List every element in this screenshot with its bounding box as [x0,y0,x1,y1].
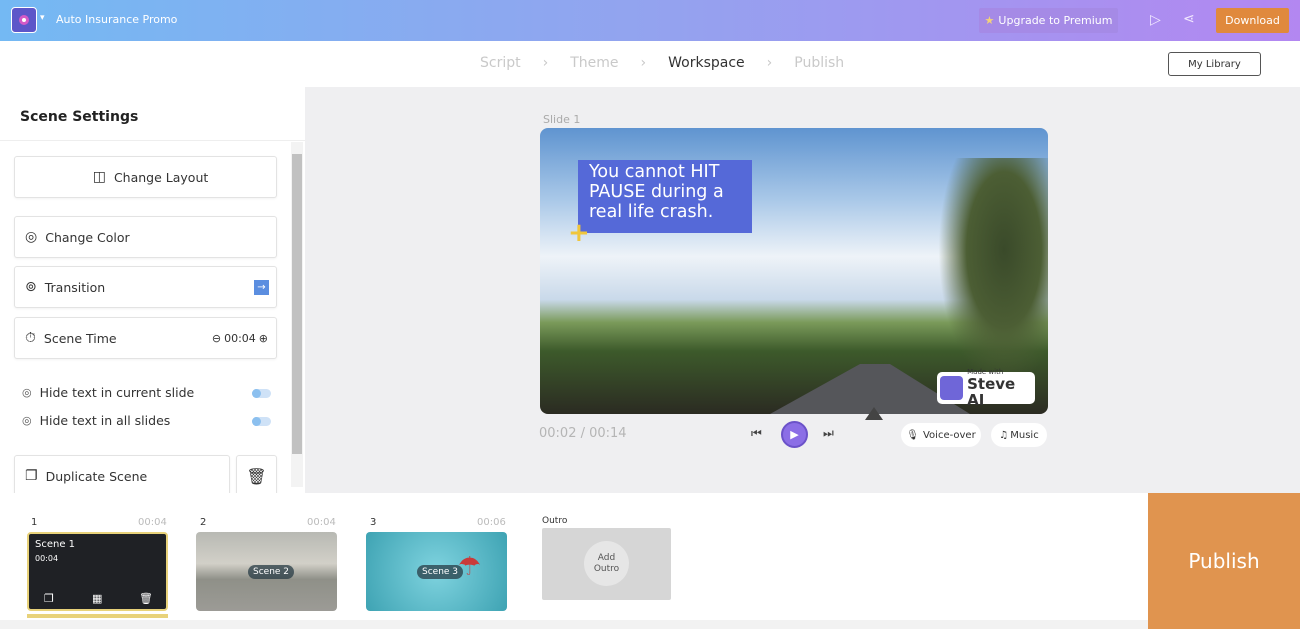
add-outro-button[interactable]: Add Outro [584,541,629,586]
scene-time-control: ⏱ Scene Time ⊖ 00:04 ⊕ [14,317,277,359]
scene-thumb-3[interactable]: Scene 3 ☂ [366,532,507,611]
delete-scene-button[interactable]: 🗑 [236,455,277,497]
play-button[interactable]: ▶ [781,421,808,448]
step-workspace[interactable]: Workspace [668,55,745,71]
selected-indicator [27,614,168,618]
playhead-marker[interactable] [865,407,883,420]
chevron-right-icon: › [640,55,647,71]
publish-button[interactable]: Publish [1148,493,1300,629]
app-logo[interactable] [11,7,37,33]
music-button[interactable]: ♫ Music [991,423,1047,447]
music-icon: ♫ [999,429,1009,441]
slide-label: Slide 1 [543,113,581,126]
change-layout-button[interactable]: ◫ Change Layout [14,156,277,198]
scene-thumb-2[interactable]: Scene 2 [196,532,337,611]
caption-text[interactable]: You cannot HIT PAUSE during a real life … [578,160,752,233]
decrease-time-button[interactable]: ⊖ [212,332,221,345]
change-color-button[interactable]: ◎ Change Color [14,216,277,258]
steve-ai-watermark: Made with Steve AI [937,368,1035,408]
step-nav: Script › Theme › Workspace › Publish My Lib… [0,41,1300,87]
duplicate-scene-button[interactable]: ❐ Duplicate Scene [14,455,230,497]
layout-icon[interactable]: ▦ [92,592,102,605]
playback-time: 00:02 / 00:14 [539,426,627,441]
layout-icon: ◫ [92,169,106,185]
increase-time-button[interactable]: ⊕ [259,332,268,345]
mic-icon: 🎙 [906,429,919,441]
eye-slash-icon: ◎ [22,414,32,427]
scene-thumb-1[interactable]: Scene 1 00:04 ❐ ▦ 🗑 [27,532,168,611]
chevron-right-icon: › [542,55,549,71]
eye-slash-icon: ◎ [22,386,32,399]
upgrade-button[interactable]: ★ Upgrade to Premium [979,8,1118,33]
project-title[interactable]: Auto Insurance Promo [56,13,177,26]
scene-settings-panel: Scene Settings ◫ Change Layout ◎ Change Co… [0,87,305,497]
timeline-scrollbar[interactable] [0,620,1148,629]
panel-scrollbar[interactable] [291,142,303,487]
umbrella-car-icon: ☂ [458,552,482,582]
share-icon[interactable]: ⋖ [1183,11,1195,27]
trash-icon[interactable]: 🗑 [139,592,153,605]
preview-play-icon[interactable]: ▷ [1150,12,1161,28]
scene-duration: 00:04 [138,517,167,528]
download-button[interactable]: Download [1216,8,1289,33]
trash-icon: 🗑 [246,466,267,486]
my-library-button[interactable]: My Library [1168,52,1261,76]
hide-text-all-row: ◎ Hide text in all slides [22,413,171,428]
star-icon: ★ [984,14,995,27]
voiceover-button[interactable]: 🎙 Voice-over [901,423,981,447]
outro-slot[interactable]: Add Outro [542,528,671,600]
chevron-down-icon[interactable]: ▾ [40,13,45,23]
hide-text-current-row: ◎ Hide text in current slide [22,385,195,400]
skip-forward-icon[interactable]: ⏭ [823,426,834,441]
copy-icon: ❐ [25,468,38,484]
skip-back-icon[interactable]: ⏮ [751,426,762,441]
video-canvas[interactable]: You cannot HIT PAUSE during a real life … [540,128,1048,414]
add-element-icon[interactable]: + [568,218,590,248]
palette-icon: ◎ [25,229,38,245]
chevron-right-icon: › [766,55,773,71]
scene-number: 2 [200,517,207,528]
timer-icon: ⏱ [25,330,36,346]
scene-number: 3 [370,517,377,528]
top-bar: ▾ Auto Insurance Promo ★ Upgrade to Premi… [0,0,1300,41]
transition-button[interactable]: ⊚ Transition → [14,266,277,308]
hide-text-all-toggle[interactable] [252,417,271,426]
step-publish[interactable]: Publish [794,55,844,71]
step-script[interactable]: Script [480,55,521,71]
hide-text-current-toggle[interactable] [252,389,271,398]
outro-title: Outro [542,516,568,526]
panel-title: Scene Settings [20,109,139,125]
scene-duration: 00:04 [307,517,336,528]
scene-duration: 00:06 [477,517,506,528]
arrow-right-icon[interactable]: → [254,279,269,295]
step-theme[interactable]: Theme [570,55,618,71]
scene-number: 1 [31,517,38,528]
copy-icon[interactable]: ❐ [44,592,54,605]
transition-icon: ⊚ [25,279,37,295]
